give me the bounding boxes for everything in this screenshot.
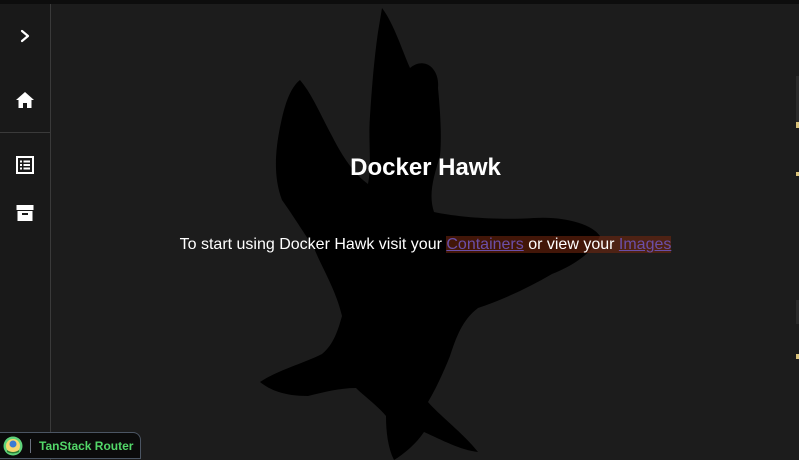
intro-text: To start using Docker Hawk visit your Co… [52, 236, 799, 254]
images-link[interactable]: Images [619, 236, 671, 253]
sidebar-item-containers[interactable] [0, 145, 50, 185]
hawk-logo [260, 8, 600, 460]
devtools-label: TanStack Router [39, 438, 134, 453]
devtools-separator [30, 438, 31, 453]
list-icon [16, 156, 34, 174]
tanstack-logo-icon [3, 436, 23, 455]
sidebar-item-images[interactable] [0, 193, 50, 233]
archive-icon [16, 205, 34, 221]
intro-prefix: To start using Docker Hawk visit your [179, 236, 447, 253]
tanstack-router-devtools-button[interactable]: TanStack Router [0, 432, 141, 459]
app-window: Docker Hawk To start using Docker Hawk v… [0, 0, 799, 460]
sidebar [0, 4, 51, 460]
intro-middle: or view your [523, 236, 619, 253]
sidebar-expand-button[interactable] [0, 16, 50, 56]
sidebar-item-home[interactable] [0, 80, 50, 120]
chevron-right-icon [20, 29, 30, 43]
highlighted-links: Containers or view your Images [446, 236, 672, 253]
home-icon [16, 92, 34, 108]
main-content: Docker Hawk To start using Docker Hawk v… [52, 4, 799, 460]
page-title: Docker Hawk [350, 154, 501, 181]
sidebar-divider [0, 132, 50, 133]
containers-link[interactable]: Containers [446, 236, 523, 253]
